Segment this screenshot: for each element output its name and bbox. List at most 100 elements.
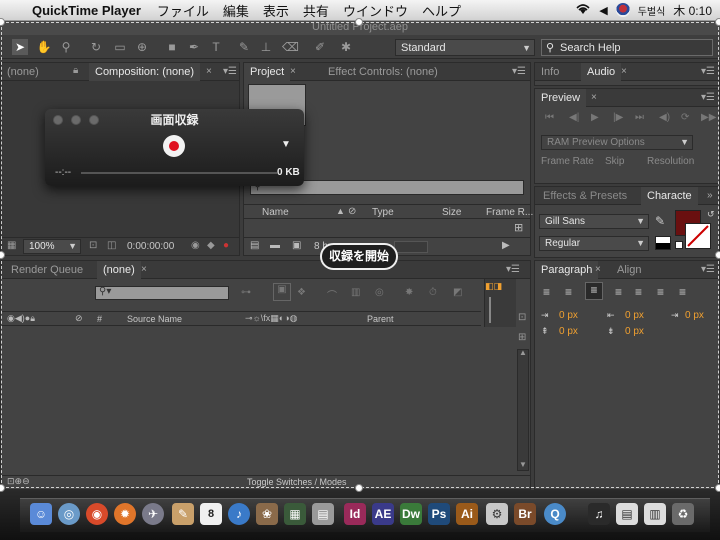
chrome-icon[interactable]: ◉ (86, 503, 108, 525)
input-method-label[interactable]: 두벌식 (638, 3, 666, 18)
rocket-icon[interactable]: ✈ (142, 503, 164, 525)
show-snapshot-icon[interactable]: ◆ (207, 240, 215, 251)
puppet-tool-icon[interactable]: ✱ (338, 39, 354, 55)
bridge-icon[interactable]: Br (514, 503, 536, 525)
eyedropper-icon[interactable]: ✎ (655, 214, 665, 228)
justify-left-icon[interactable]: ≡ (615, 285, 622, 299)
av-features-icons[interactable]: ◉◀)●🔒︎ (7, 313, 35, 324)
illustrator-icon[interactable]: Ai (456, 503, 478, 525)
menu-view[interactable]: 表示 (263, 1, 289, 20)
firefox-icon[interactable]: ✹ (114, 503, 136, 525)
loop-icon[interactable]: ⟳ (681, 112, 689, 123)
time-ruler[interactable]: ◧◨ (484, 279, 516, 327)
workspace-dropdown[interactable]: Standard ▼ (395, 39, 535, 56)
next-frame-icon[interactable]: |▶ (613, 112, 623, 123)
document-icon[interactable]: ▤ (616, 503, 638, 525)
stroke-color-swatch[interactable] (685, 223, 711, 249)
sort-icon[interactable]: ▲ (336, 206, 345, 216)
after-effects-icon[interactable]: AE (372, 503, 394, 525)
hand-tool-icon[interactable]: ✋ (36, 39, 52, 55)
rotate-tool-icon[interactable]: ↻ (88, 39, 104, 55)
column-name[interactable]: Name (262, 207, 289, 218)
lock-icon[interactable]: 🔒︎ (73, 65, 78, 76)
stopwatch-icon[interactable]: ⏱ (429, 287, 437, 298)
resize-handle[interactable] (355, 18, 363, 26)
scroll-right-icon[interactable]: ▶ (502, 240, 510, 251)
close-icon[interactable]: × (141, 261, 147, 279)
switches-icons[interactable]: ⊸☼\fx▦◐◑◍ (245, 313, 298, 324)
finder-icon[interactable]: ☺ (30, 503, 52, 525)
menu-window[interactable]: ウインドウ (343, 1, 408, 20)
trash-icon[interactable]: ♻ (672, 503, 694, 525)
graph-editor-icon[interactable]: ◩ (453, 287, 462, 298)
timecode[interactable]: 0:00:00:00 (127, 241, 174, 252)
comp-mini-flowchart-icon[interactable]: ⊶ (241, 287, 251, 298)
iphoto-icon[interactable]: ❀ (256, 503, 278, 525)
resize-handle[interactable] (715, 18, 720, 26)
indent-right-value[interactable]: 0 px (625, 310, 644, 321)
record-button[interactable] (163, 135, 185, 157)
roto-brush-tool-icon[interactable]: ✐ (312, 39, 328, 55)
selection-tool-icon[interactable]: ➤ (12, 39, 28, 55)
dreamweaver-icon[interactable]: Dw (400, 503, 422, 525)
options-chevron-down-icon[interactable]: ▼ (281, 139, 291, 150)
mask-tool-icon[interactable]: ■ (164, 39, 180, 55)
flowchart-icon[interactable]: ⊞ (514, 221, 523, 234)
work-area-start-icon[interactable]: ◧◨ (485, 281, 502, 292)
tab-align[interactable]: Align (611, 261, 647, 279)
panel-menu-icon[interactable]: ▾☰ (223, 63, 237, 81)
panel-menu-icon[interactable]: ▾☰ (506, 261, 520, 279)
utility-icon[interactable]: ⚙ (486, 503, 508, 525)
mask-visibility-icon[interactable]: ◫ (107, 240, 116, 251)
menu-edit[interactable]: 編集 (223, 1, 249, 20)
close-icon[interactable]: × (621, 63, 627, 81)
zoom-dropdown[interactable]: 100% ▼ (23, 239, 81, 254)
zoom-tool-icon[interactable]: ⚲ (58, 39, 74, 55)
font-style-dropdown[interactable]: Regular ▼ (539, 236, 649, 251)
timeline-search-field[interactable]: ⚲▾ (95, 286, 229, 300)
tab-audio[interactable]: Audio (581, 63, 622, 81)
close-icon[interactable]: × (206, 63, 212, 81)
first-line-indent-value[interactable]: 0 px (685, 310, 704, 321)
resize-handle[interactable] (355, 484, 363, 492)
timeline-vertical-scrollbar[interactable]: ▲ ▼ (517, 348, 529, 471)
close-icon[interactable]: × (290, 63, 296, 81)
menu-file[interactable]: ファイル (157, 1, 209, 20)
close-icon[interactable]: × (595, 261, 601, 279)
black-white-swatch[interactable] (655, 236, 671, 250)
quicktime-icon[interactable]: Q (544, 503, 566, 525)
tab-effects-presets[interactable]: Effects & Presets (537, 187, 633, 205)
tab-effect-controls[interactable]: Effect Controls: (none) (322, 63, 444, 81)
panel-menu-icon[interactable]: ▾☰ (701, 261, 715, 279)
footer-toggle-icons[interactable]: ⊡⊕⊖ (7, 476, 30, 487)
interpret-footage-icon[interactable]: ▤ (250, 240, 259, 251)
indesign-icon[interactable]: Id (344, 503, 366, 525)
column-size[interactable]: Size (442, 207, 461, 218)
music-icon[interactable]: ♫ (588, 503, 610, 525)
clone-stamp-tool-icon[interactable]: ⊥ (258, 39, 274, 55)
swap-colors-icon[interactable]: ↺ (707, 209, 715, 220)
label-tag-icon[interactable]: ⊘ (348, 206, 356, 217)
play-icon[interactable]: ▶ (591, 112, 599, 123)
start-recording-button[interactable]: 収録を開始 (320, 243, 398, 270)
menu-share[interactable]: 共有 (303, 1, 329, 20)
hide-shy-layers-icon[interactable]: ⌒ (327, 287, 337, 302)
snapshot-icon[interactable]: ◉ (191, 240, 200, 251)
current-time-indicator[interactable] (489, 297, 491, 323)
previous-frame-icon[interactable]: ◀| (569, 112, 579, 123)
brush-tool-icon[interactable]: ✎ (236, 39, 252, 55)
app-menu-quicktime[interactable]: QuickTime Player (32, 3, 141, 18)
justify-all-icon[interactable]: ≡ (679, 285, 686, 299)
search-help-field[interactable]: ⚲ Search Help (541, 39, 713, 56)
color-channel-icon[interactable]: ● (223, 240, 229, 251)
motion-blur-icon[interactable]: ◎ (375, 287, 384, 298)
justify-right-icon[interactable]: ≡ (657, 285, 664, 299)
live-update-icon[interactable]: ▣ (273, 283, 291, 301)
project-scrollbar[interactable] (394, 241, 428, 253)
safari-icon[interactable]: ◎ (58, 503, 80, 525)
no-fill-swatch[interactable] (675, 241, 683, 249)
korean-flag-icon[interactable] (615, 3, 630, 17)
close-icon[interactable]: × (591, 89, 597, 107)
new-folder-icon[interactable]: ▬ (270, 240, 280, 251)
preview-icon[interactable]: ▤ (312, 503, 334, 525)
